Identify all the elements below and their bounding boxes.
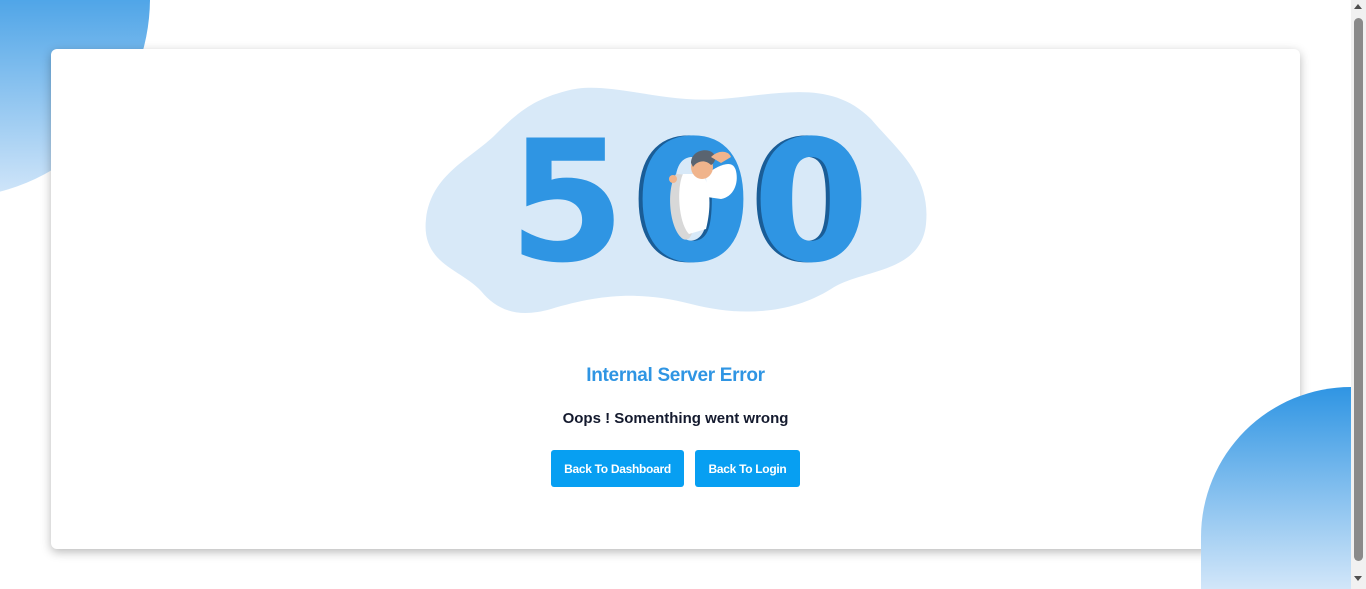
error-page: 5 0 0 0 0 Internal Server Error Oops ! S…	[0, 0, 1366, 589]
digit-zero-right: 0	[753, 104, 870, 300]
scroll-up-arrow-icon[interactable]	[1354, 4, 1362, 9]
error-message: Oops ! Somenthing went wrong	[562, 410, 789, 427]
error-500-illustration: 5 0 0 0 0	[425, 87, 927, 313]
action-buttons: Back To Dashboard Back To Login	[51, 450, 1300, 487]
vertical-scrollbar[interactable]	[1351, 0, 1366, 589]
error-card: 5 0 0 0 0 Internal Server Error Oops ! S…	[51, 49, 1300, 549]
digit-five: 5	[509, 104, 626, 300]
scroll-down-arrow-icon[interactable]	[1354, 576, 1362, 581]
back-to-login-button[interactable]: Back To Login	[695, 450, 800, 487]
back-to-dashboard-button[interactable]: Back To Dashboard	[551, 450, 684, 487]
error-title: Internal Server Error	[586, 365, 765, 386]
scrollbar-thumb[interactable]	[1354, 18, 1363, 561]
